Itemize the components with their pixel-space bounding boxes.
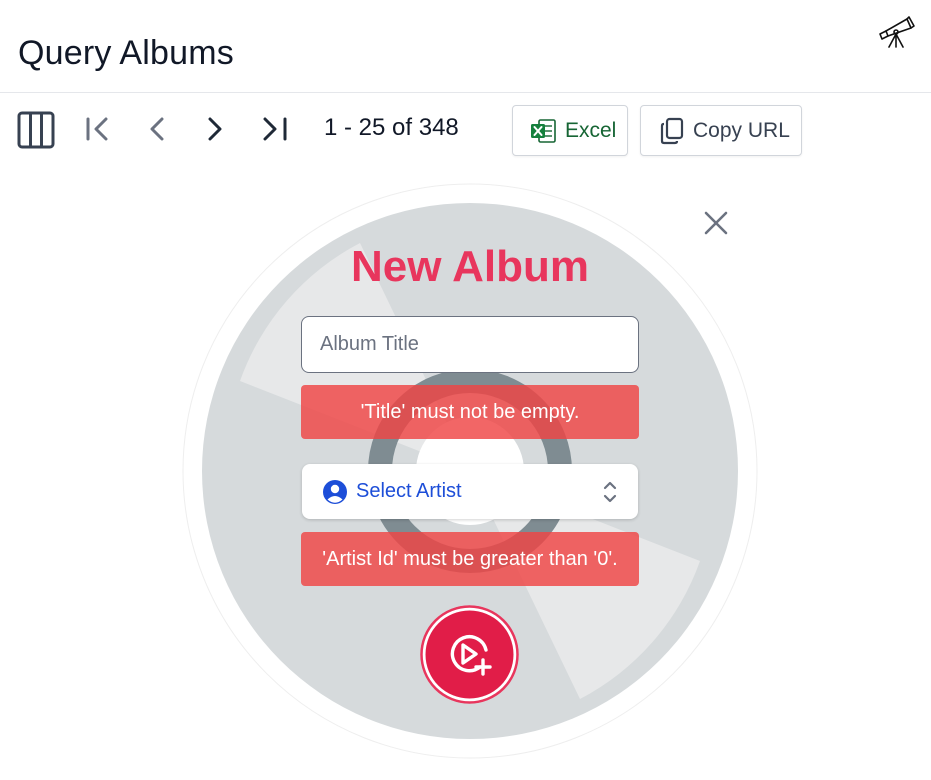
artist-error-message: 'Artist Id' must be greater than '0'. (301, 532, 639, 586)
columns-icon (17, 111, 55, 149)
excel-button-label: Excel (565, 118, 617, 142)
prev-page-icon (150, 117, 164, 141)
artist-select-label: Select Artist (356, 480, 462, 502)
prev-page-button[interactable] (140, 112, 174, 146)
add-album-button[interactable] (420, 605, 519, 704)
artist-select[interactable]: Select Artist (302, 464, 638, 519)
user-circle-icon (323, 479, 347, 504)
form-title: New Album (351, 242, 589, 291)
last-page-icon (263, 117, 287, 141)
excel-export-button[interactable]: Excel (512, 105, 628, 156)
next-page-button[interactable] (198, 112, 232, 146)
album-title-field[interactable] (301, 316, 639, 373)
copy-url-button-label: Copy URL (693, 118, 790, 142)
last-page-button[interactable] (258, 112, 292, 146)
results-toolbar: 1 - 25 of 348 Excel Copy URL (0, 100, 931, 160)
copy-icon (660, 117, 684, 144)
excel-icon (531, 118, 556, 143)
page-title: Query Albums (18, 34, 234, 72)
close-icon[interactable] (702, 209, 730, 237)
title-error-message: 'Title' must not be empty. (301, 385, 639, 439)
page-header: Query Albums (0, 0, 931, 93)
chevron-up-down-icon (603, 481, 617, 503)
first-page-icon (86, 117, 108, 141)
first-page-button[interactable] (80, 112, 114, 146)
telescope-icon[interactable] (876, 14, 916, 50)
columns-button[interactable] (14, 108, 58, 152)
paging-summary: 1 - 25 of 348 (324, 114, 459, 141)
album-title-input[interactable] (302, 317, 638, 372)
next-page-icon (208, 117, 222, 141)
copy-url-button[interactable]: Copy URL (640, 105, 802, 156)
